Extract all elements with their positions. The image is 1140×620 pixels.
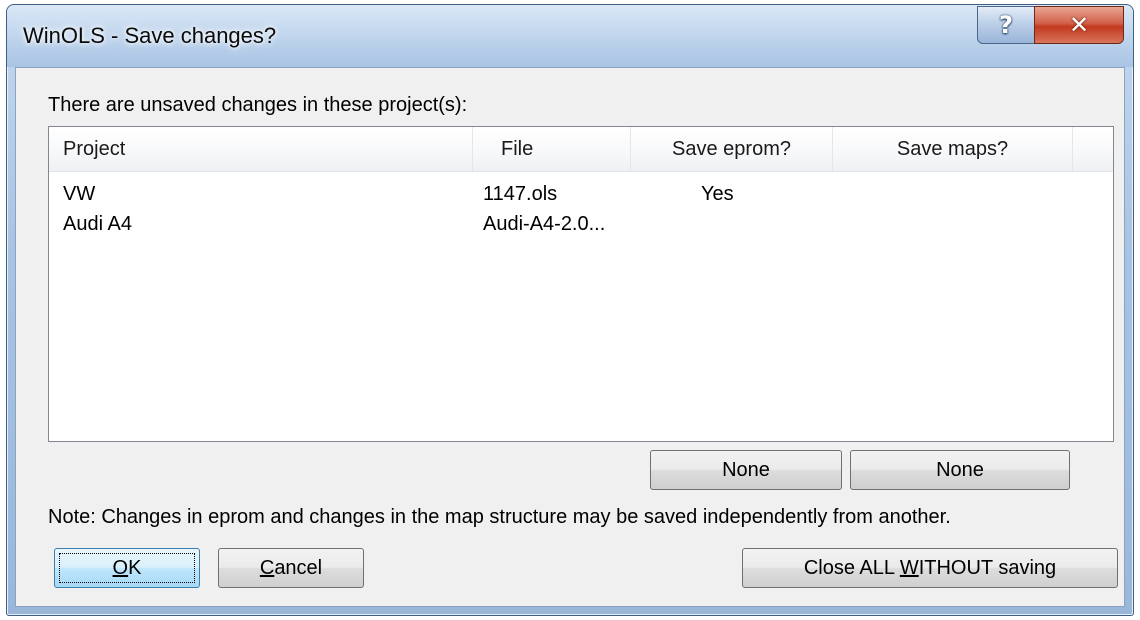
close-all-accelerator: W [899, 556, 919, 579]
title-bar[interactable]: WinOLS - Save changes? ? ✕ [7, 5, 1133, 67]
dialog-window: WinOLS - Save changes? ? ✕ There are uns… [6, 4, 1134, 616]
projects-list[interactable]: Project File Save eprom? Save maps? VW 1… [48, 126, 1114, 442]
column-header-project[interactable]: Project [49, 127, 473, 171]
ok-button[interactable]: OK [54, 548, 200, 588]
close-button[interactable]: ✕ [1034, 6, 1124, 44]
row-save-eprom: Yes [701, 183, 734, 205]
cancel-button[interactable]: Cancel [218, 548, 364, 588]
table-row[interactable]: VW 1147.ols Yes [49, 179, 1113, 209]
list-header: Project File Save eprom? Save maps? [49, 127, 1113, 172]
column-header-file[interactable]: File [473, 127, 631, 171]
cancel-accelerator: C [259, 556, 275, 579]
help-icon: ? [999, 11, 1013, 39]
row-project: VW [63, 183, 96, 205]
close-all-label-after: ITHOUT saving [918, 556, 1057, 579]
row-file: 1147.ols [483, 183, 558, 205]
dialog-client-area: There are unsaved changes in these proje… [15, 67, 1125, 607]
close-all-label-before: Close ALL [803, 556, 900, 579]
cancel-label: ancel [274, 556, 323, 579]
save-maps-none-button[interactable]: None [850, 450, 1070, 490]
intro-label: There are unsaved changes in these proje… [48, 94, 468, 116]
focus-rectangle [59, 553, 195, 583]
column-header-save-eprom[interactable]: Save eprom? [631, 127, 833, 171]
note-text: Note: Changes in eprom and changes in th… [48, 506, 951, 528]
save-eprom-none-button[interactable]: None [650, 450, 842, 490]
close-all-without-saving-button[interactable]: Close ALL W ITHOUT saving [742, 548, 1118, 588]
column-header-save-maps[interactable]: Save maps? [833, 127, 1073, 171]
row-project: Audi A4 [63, 213, 132, 235]
window-title: WinOLS - Save changes? [23, 23, 277, 48]
table-row[interactable]: Audi A4 Audi-A4-2.0... [49, 209, 1113, 239]
column-header-filler [1073, 127, 1113, 171]
close-icon: ✕ [1068, 11, 1090, 39]
row-file: Audi-A4-2.0... [483, 213, 606, 235]
help-button[interactable]: ? [977, 6, 1035, 44]
